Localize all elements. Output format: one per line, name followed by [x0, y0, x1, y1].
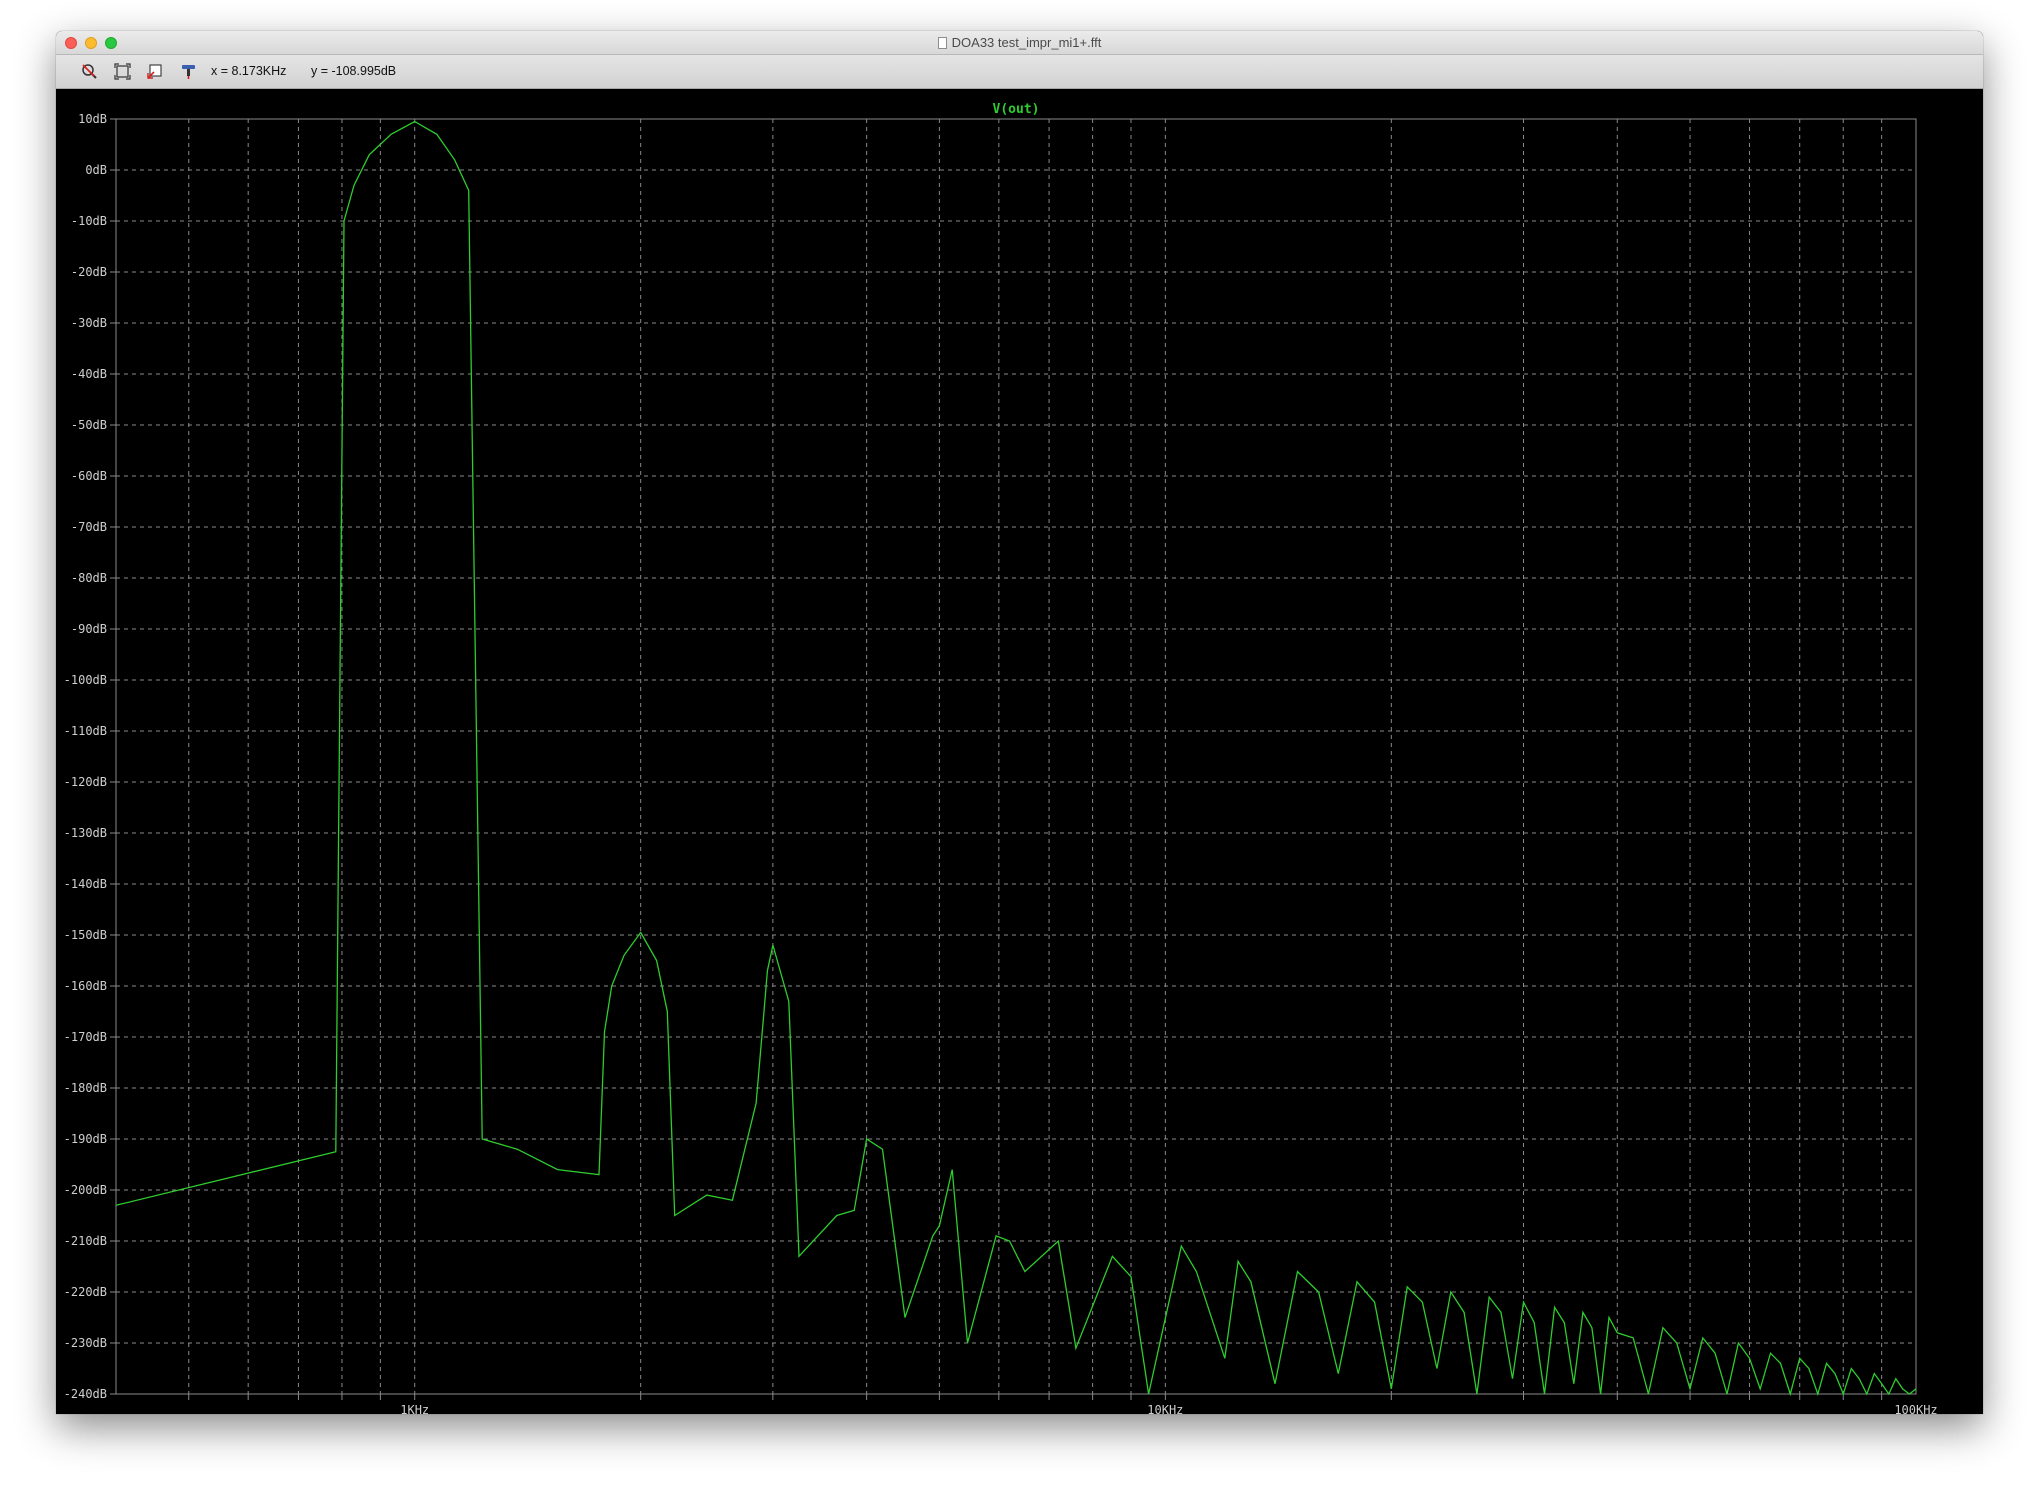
- y-tick-label: 0dB: [85, 163, 107, 177]
- grid: [116, 119, 1916, 1394]
- y-tick-label: -190dB: [64, 1132, 107, 1146]
- y-tick-label: -130dB: [64, 826, 107, 840]
- y-axis-ticks: 10dB 0dB -10dB -20dB -30dB -40dB -50dB -60dB -70…: [64, 112, 116, 1401]
- y-tick-label: -240dB: [64, 1387, 107, 1401]
- zoom-extents-icon[interactable]: [114, 63, 131, 80]
- y-tick-label: -230dB: [64, 1336, 107, 1350]
- y-tick-label: -220dB: [64, 1285, 107, 1299]
- y-tick-label: -90dB: [71, 622, 107, 636]
- trace-line-vout[interactable]: [115, 120, 1917, 1397]
- zoom-cancel-icon[interactable]: [81, 63, 98, 80]
- y-tick-label: -50dB: [71, 418, 107, 432]
- y-tick-label: -210dB: [64, 1234, 107, 1248]
- app-window: DOA33 test_impr_mi1+.fft x = 8.173KHz y …: [56, 31, 1983, 1414]
- y-tick-label: -10dB: [71, 214, 107, 228]
- y-tick-label: -170dB: [64, 1030, 107, 1044]
- title-bar[interactable]: DOA33 test_impr_mi1+.fft: [56, 31, 1983, 55]
- y-tick-label: -120dB: [64, 775, 107, 789]
- x-tick-label: 100KHz: [1894, 1403, 1937, 1414]
- fft-plot[interactable]: 10dB 0dB -10dB -20dB -30dB -40dB -50dB -60dB -70…: [56, 89, 1983, 1414]
- y-tick-label: 10dB: [78, 112, 107, 126]
- y-tick-label: -20dB: [71, 265, 107, 279]
- y-tick-label: -80dB: [71, 571, 107, 585]
- y-tick-label: -60dB: [71, 469, 107, 483]
- y-tick-label: -150dB: [64, 928, 107, 942]
- y-tick-label: -30dB: [71, 316, 107, 330]
- x-tick-label: 10KHz: [1147, 1403, 1183, 1414]
- y-tick-label: -110dB: [64, 724, 107, 738]
- y-tick-label: -160dB: [64, 979, 107, 993]
- document-icon: [937, 36, 947, 49]
- window-title: DOA33 test_impr_mi1+.fft: [951, 35, 1102, 50]
- y-tick-label: -200dB: [64, 1183, 107, 1197]
- y-tick-label: -180dB: [64, 1081, 107, 1095]
- x-coordinate-readout: x = 8.173KHz: [211, 64, 287, 78]
- y-tick-label: -40dB: [71, 367, 107, 381]
- probe-icon[interactable]: [180, 63, 197, 80]
- plot-frame: [115, 118, 1917, 1395]
- autorange-icon[interactable]: [146, 63, 163, 80]
- toolbar: x = 8.173KHz y = -108.995dB: [56, 55, 1983, 89]
- y-tick-label: -140dB: [64, 877, 107, 891]
- x-axis-ticks: 1KHz 10KHz 100KHz: [188, 1394, 1938, 1414]
- y-coordinate-readout: y = -108.995dB: [311, 64, 397, 78]
- window-title-group: DOA33 test_impr_mi1+.fft: [56, 31, 1983, 54]
- y-tick-label: -100dB: [64, 673, 107, 687]
- y-tick-label: -70dB: [71, 520, 107, 534]
- x-tick-label: 1KHz: [400, 1403, 429, 1414]
- trace-title[interactable]: V(out): [993, 102, 1040, 117]
